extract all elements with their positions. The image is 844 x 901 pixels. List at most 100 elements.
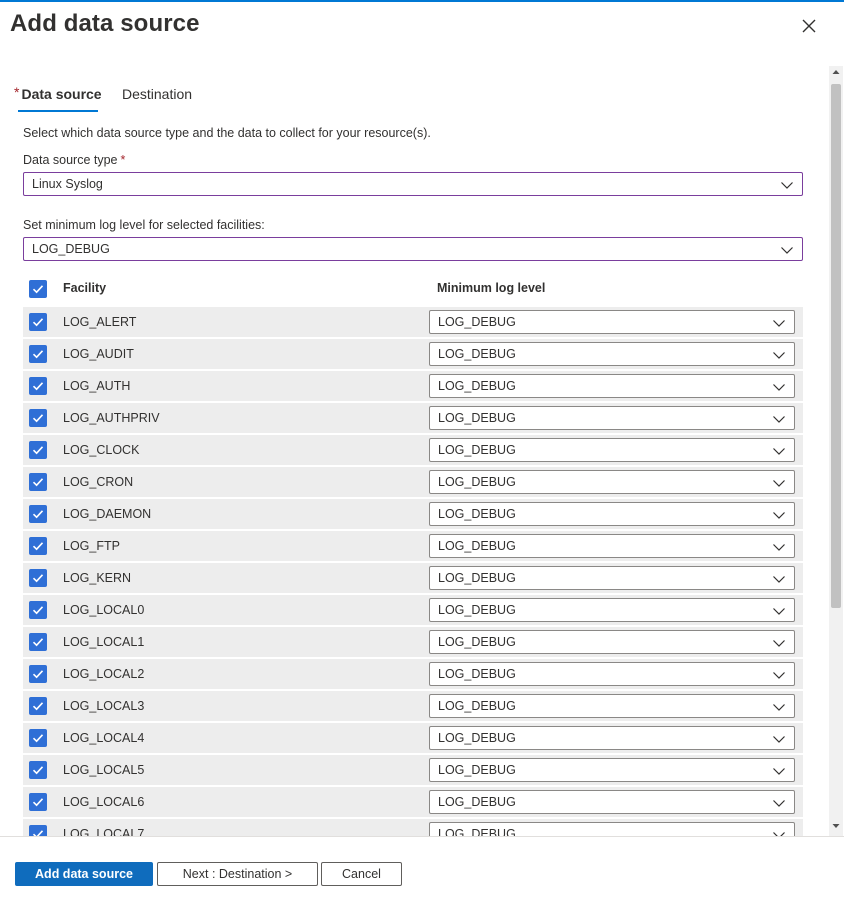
row-checkbox[interactable] [29,537,47,555]
table-row[interactable]: LOG_LOCAL5 LOG_DEBUG [23,755,803,785]
log-level-dropdown[interactable]: LOG_DEBUG [429,374,795,398]
log-level-value: LOG_DEBUG [438,795,516,809]
log-level-dropdown[interactable]: LOG_DEBUG [429,438,795,462]
log-level-dropdown[interactable]: LOG_DEBUG [429,598,795,622]
facility-name: LOG_LOCAL1 [63,635,145,649]
table-row[interactable]: LOG_LOCAL4 LOG_DEBUG [23,723,803,753]
facility-name: LOG_AUTH [63,379,131,393]
row-checkbox[interactable] [29,377,47,395]
table-row[interactable]: LOG_LOCAL3 LOG_DEBUG [23,691,803,721]
facility-name: LOG_LOCAL4 [63,731,145,745]
log-level-value: LOG_DEBUG [438,347,516,361]
row-checkbox[interactable] [29,441,47,459]
tab-data-source[interactable]: * Data source [14,84,102,112]
facility-name: LOG_CRON [63,475,134,489]
log-level-dropdown[interactable]: LOG_DEBUG [429,758,795,782]
grid-header: Facility Minimum log level [23,277,803,305]
log-level-dropdown[interactable]: LOG_DEBUG [429,470,795,494]
row-checkbox[interactable] [29,761,47,779]
log-level-value: LOG_DEBUG [438,411,516,425]
table-row[interactable]: LOG_CRON LOG_DEBUG [23,467,803,497]
log-level-dropdown[interactable]: LOG_DEBUG [429,790,795,814]
chevron-down-icon [773,832,785,836]
vertical-scrollbar[interactable] [829,66,843,836]
row-checkbox[interactable] [29,345,47,363]
chevron-down-icon [773,512,785,519]
row-checkbox[interactable] [29,601,47,619]
min-log-level-label: Set minimum log level for selected facil… [23,218,265,232]
row-checkbox[interactable] [29,313,47,331]
table-row[interactable]: LOG_CLOCK LOG_DEBUG [23,435,803,465]
log-level-dropdown[interactable]: LOG_DEBUG [429,822,795,836]
checkmark-icon [32,830,44,836]
checkmark-icon [32,606,44,615]
row-checkbox[interactable] [29,633,47,651]
cancel-button[interactable]: Cancel [321,862,402,886]
tab-data-source-label: Data source [21,86,102,102]
log-level-dropdown[interactable]: LOG_DEBUG [429,406,795,430]
data-source-type-dropdown[interactable]: Linux Syslog [23,172,803,196]
facility-name: LOG_DAEMON [63,507,152,521]
select-all-checkbox[interactable] [29,280,47,298]
log-level-dropdown[interactable]: LOG_DEBUG [429,534,795,558]
checkmark-icon [32,766,44,775]
log-level-dropdown[interactable]: LOG_DEBUG [429,310,795,334]
required-marker: * [14,84,20,100]
panel-title: Add data source [10,10,200,37]
scroll-up-arrow-icon[interactable] [832,68,840,76]
min-log-level-dropdown[interactable]: LOG_DEBUG [23,237,803,261]
table-row[interactable]: LOG_KERN LOG_DEBUG [23,563,803,593]
description-text: Select which data source type and the da… [23,126,431,140]
table-row[interactable]: LOG_AUTH LOG_DEBUG [23,371,803,401]
facility-name: LOG_LOCAL3 [63,699,145,713]
close-button[interactable] [797,14,821,38]
row-checkbox[interactable] [29,473,47,491]
table-row[interactable]: LOG_AUDIT LOG_DEBUG [23,339,803,369]
log-level-dropdown[interactable]: LOG_DEBUG [429,694,795,718]
log-level-dropdown[interactable]: LOG_DEBUG [429,342,795,366]
table-row[interactable]: LOG_LOCAL6 LOG_DEBUG [23,787,803,817]
row-checkbox[interactable] [29,665,47,683]
panel-content[interactable]: * Data source Destination Select which da… [0,64,828,836]
checkmark-icon [32,638,44,647]
facility-name: LOG_LOCAL2 [63,667,145,681]
log-level-value: LOG_DEBUG [438,763,516,777]
row-checkbox[interactable] [29,729,47,747]
scroll-down-arrow-icon[interactable] [832,822,840,830]
table-row[interactable]: LOG_FTP LOG_DEBUG [23,531,803,561]
chevron-down-icon [773,768,785,775]
scrollbar-thumb[interactable] [831,84,841,608]
table-row[interactable]: LOG_LOCAL0 LOG_DEBUG [23,595,803,625]
next-destination-button[interactable]: Next : Destination > [157,862,318,886]
facility-name: LOG_LOCAL7 [63,827,145,836]
table-row[interactable]: LOG_LOCAL1 LOG_DEBUG [23,627,803,657]
column-header-min-level[interactable]: Minimum log level [437,281,545,295]
row-checkbox[interactable] [29,505,47,523]
log-level-dropdown[interactable]: LOG_DEBUG [429,662,795,686]
log-level-dropdown[interactable]: LOG_DEBUG [429,726,795,750]
log-level-value: LOG_DEBUG [438,827,516,836]
row-checkbox[interactable] [29,793,47,811]
table-row[interactable]: LOG_ALERT LOG_DEBUG [23,307,803,337]
chevron-down-icon [773,576,785,583]
row-checkbox[interactable] [29,569,47,587]
add-data-source-button[interactable]: Add data source [15,862,153,886]
log-level-dropdown[interactable]: LOG_DEBUG [429,566,795,590]
row-checkbox[interactable] [29,697,47,715]
facility-name: LOG_LOCAL5 [63,763,145,777]
checkmark-icon [32,414,44,423]
row-checkbox[interactable] [29,825,47,836]
log-level-dropdown[interactable]: LOG_DEBUG [429,502,795,526]
row-checkbox[interactable] [29,409,47,427]
checkmark-icon [32,734,44,743]
data-source-type-label-text: Data source type [23,153,118,167]
log-level-dropdown[interactable]: LOG_DEBUG [429,630,795,654]
close-icon [802,19,816,33]
log-level-value: LOG_DEBUG [438,571,516,585]
column-header-facility[interactable]: Facility [63,281,106,295]
table-row[interactable]: LOG_LOCAL7 LOG_DEBUG [23,819,803,836]
table-row[interactable]: LOG_DAEMON LOG_DEBUG [23,499,803,529]
table-row[interactable]: LOG_AUTHPRIV LOG_DEBUG [23,403,803,433]
table-row[interactable]: LOG_LOCAL2 LOG_DEBUG [23,659,803,689]
tab-destination[interactable]: Destination [122,86,192,102]
